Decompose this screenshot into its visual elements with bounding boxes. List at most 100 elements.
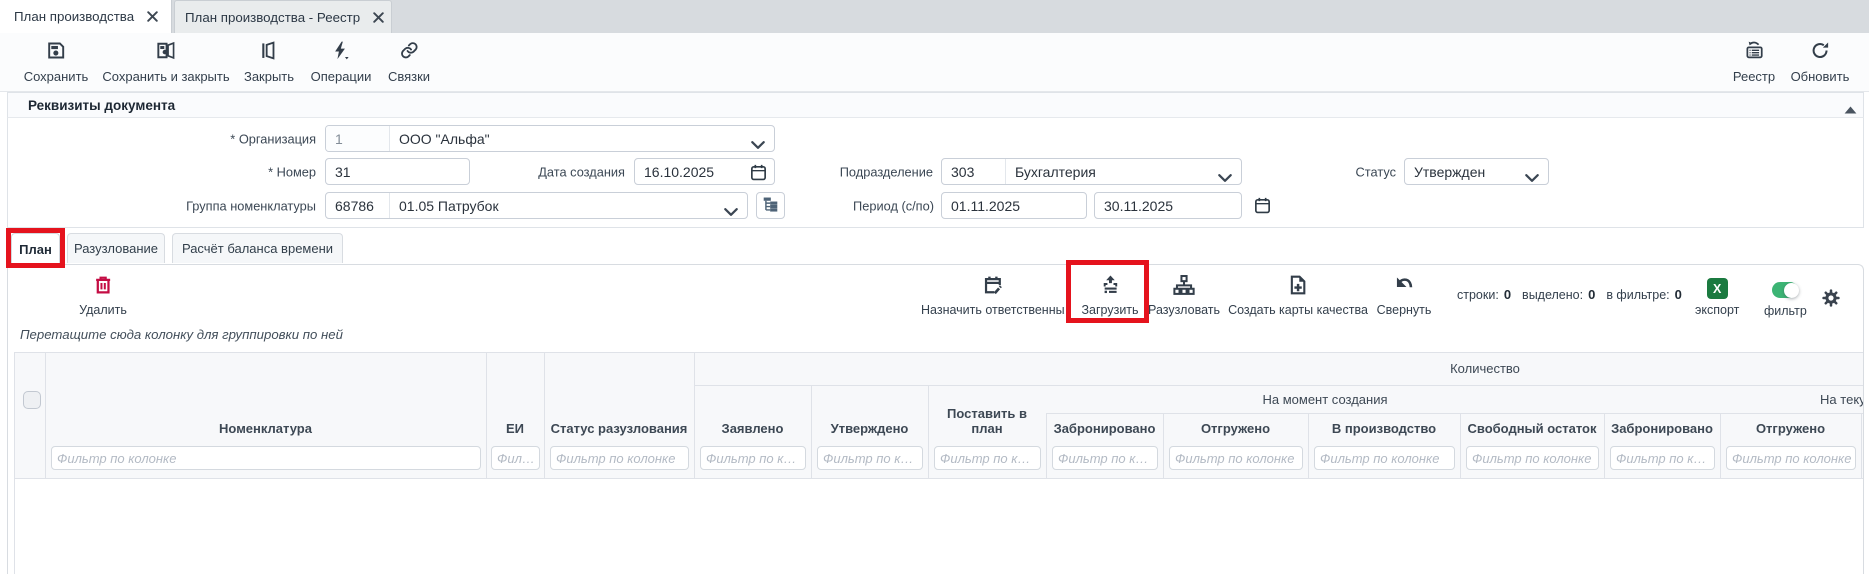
app-window: План производства План производства - Ре…	[0, 0, 1869, 574]
column-header: Забронировано	[1604, 413, 1720, 441]
nomenclature-group-label: Группа номенклатуры	[186, 199, 316, 214]
number-label: * Номер	[268, 165, 316, 180]
gear-icon[interactable]	[1821, 288, 1841, 313]
organization-code: 1	[326, 126, 390, 151]
operations-button[interactable]: Операции	[311, 40, 372, 84]
excel-export-button[interactable]: X экспорт	[1695, 278, 1739, 317]
column-filter-input[interactable]	[1169, 446, 1303, 470]
created-date-value: 16.10.2025	[635, 164, 714, 180]
organization-select[interactable]: 1 ООО "Альфа"	[325, 125, 775, 152]
assign-responsible-button[interactable]: Назначить ответственных	[921, 274, 1065, 317]
refresh-button[interactable]: Обновить	[1791, 40, 1850, 84]
column-filter-input[interactable]	[817, 446, 923, 470]
registry-icon	[1744, 40, 1765, 66]
column-filter-input[interactable]	[700, 446, 806, 470]
window-tab-plan-proizvodstva[interactable]: План производства	[0, 0, 172, 33]
trash-icon	[93, 274, 113, 301]
toggle-on-icon[interactable]	[1772, 282, 1798, 298]
column-header: Номенклатура	[45, 352, 486, 441]
column-filter-input[interactable]	[51, 446, 481, 470]
department-code: 303	[942, 159, 1006, 184]
explode-button[interactable]: Разузловать	[1148, 274, 1220, 317]
create-quality-cards-label: Создать карты качества	[1228, 303, 1368, 317]
number-input[interactable]: 31	[325, 158, 470, 185]
grid-area: Удалить Назначить ответственных Загрузит…	[8, 265, 1863, 574]
tab-razuzlovanie[interactable]: Разузлование	[67, 233, 165, 263]
status-select[interactable]: Утвержден	[1404, 158, 1549, 185]
grid-line-vertical	[1460, 413, 1461, 478]
column-filter-input[interactable]	[1610, 446, 1715, 470]
number-value: 31	[326, 164, 351, 180]
create-quality-cards-button[interactable]: Создать карты качества	[1228, 274, 1368, 317]
column-header: Утверждено	[811, 385, 928, 441]
nomenclature-group-name: 01.05 Патрубок	[390, 198, 499, 214]
grid-line-vertical	[45, 352, 46, 478]
band-quantity: Количество	[694, 352, 1863, 385]
save-label: Сохранить	[24, 69, 89, 84]
grid-line-vertical	[1308, 413, 1309, 478]
department-label: Подразделение	[840, 165, 933, 180]
load-button[interactable]: Загрузить	[1081, 274, 1138, 317]
tab-plan-label: План	[19, 242, 52, 257]
close-button[interactable]: Закрыть	[244, 40, 294, 84]
column-filter-input[interactable]	[1726, 446, 1856, 470]
period-label: Период (с/по)	[853, 199, 934, 214]
load-label: Загрузить	[1081, 303, 1138, 317]
select-all-checkbox[interactable]	[23, 391, 41, 409]
column-filter-input[interactable]	[1466, 446, 1599, 470]
chevron-down-icon	[1218, 169, 1232, 185]
save-button[interactable]: Сохранить	[24, 40, 89, 84]
column-filter-input[interactable]	[491, 446, 540, 470]
grid-line-vertical	[694, 352, 695, 478]
grid-line-horizontal	[14, 478, 1863, 479]
grid-line-horizontal	[1046, 413, 1863, 414]
file-plus-icon	[1287, 274, 1309, 301]
filtered-counter: в фильтре:0	[1606, 287, 1682, 302]
tab-plan[interactable]: План	[11, 233, 60, 265]
column-filter-input[interactable]	[1314, 446, 1455, 470]
links-label: Связки	[388, 69, 430, 84]
column-filter-input[interactable]	[550, 446, 689, 470]
department-name: Бухгалтерия	[1006, 164, 1096, 180]
grid-line-horizontal	[694, 385, 1863, 386]
refresh-label: Обновить	[1791, 69, 1850, 84]
collapse-section-icon[interactable]	[1844, 101, 1857, 119]
column-header: Заявлено	[694, 385, 811, 441]
department-select[interactable]: 303 Бухгалтерия	[941, 158, 1242, 185]
grid-line-vertical	[1046, 413, 1047, 478]
column-filter-input[interactable]	[934, 446, 1041, 470]
column-header: Забронировано	[1046, 413, 1163, 441]
column-header: Отгружено	[1720, 413, 1861, 441]
period-from-input[interactable]: 01.11.2025	[941, 192, 1087, 219]
column-header: Отгружено	[1163, 413, 1308, 441]
delete-button[interactable]: Удалить	[79, 274, 127, 317]
period-to-input[interactable]: 30.11.2025	[1094, 192, 1242, 219]
save-and-close-button[interactable]: Сохранить и закрыть	[102, 40, 229, 84]
created-date-input[interactable]: 16.10.2025	[634, 158, 775, 185]
collapse-label: Свернуть	[1377, 303, 1432, 317]
collapse-button[interactable]: Свернуть	[1377, 274, 1432, 317]
column-header: Свободный остаток	[1460, 413, 1604, 441]
close-tab-icon[interactable]	[147, 11, 158, 22]
chevron-down-icon	[751, 136, 765, 152]
nomenclature-group-select[interactable]: 68786 01.05 Патрубок	[325, 192, 748, 219]
period-calendar-icon[interactable]	[1253, 196, 1272, 220]
tree-view-button[interactable]	[756, 192, 785, 219]
registry-button[interactable]: Реестр	[1733, 40, 1775, 84]
window-tab-plan-reestr[interactable]: План производства - Реестр	[174, 0, 392, 33]
links-button[interactable]: Связки	[388, 40, 430, 84]
group-hint: Перетащите сюда колонку для группировки …	[20, 327, 343, 342]
grid-line-vertical	[1720, 413, 1721, 478]
delete-label: Удалить	[79, 303, 127, 317]
close-tab-icon[interactable]	[373, 12, 384, 23]
calendar-icon[interactable]	[749, 163, 768, 185]
explode-label: Разузловать	[1148, 303, 1220, 317]
status-value: Утвержден	[1405, 164, 1485, 180]
requisites-title: Реквизиты документа	[28, 98, 175, 113]
tab-raschet-balansa[interactable]: Расчёт баланса времени	[172, 233, 343, 263]
save-and-close-icon	[155, 40, 176, 66]
column-filter-input[interactable]	[1052, 446, 1158, 470]
filter-toggle[interactable]: фильтр	[1764, 282, 1807, 318]
band-current: На текущий момент	[1604, 385, 1863, 413]
grid-line-vertical	[1604, 413, 1605, 478]
